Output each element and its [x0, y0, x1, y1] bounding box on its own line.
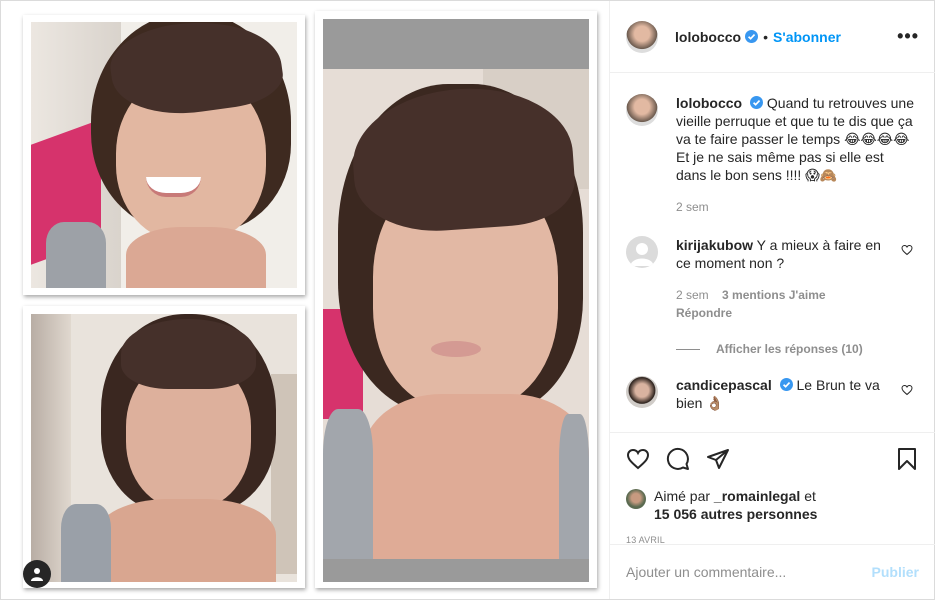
neck [126, 227, 266, 288]
post-header: lolobocco • S'abonner ••• [610, 1, 935, 73]
instagram-post: lolobocco • S'abonner ••• lolobocco Quan… [0, 0, 935, 600]
comment-item: kirijakubow Y a mieux à faire en ce mome… [626, 236, 919, 322]
liked-by-connector: et [804, 488, 816, 504]
photo-top-left-frame [23, 15, 305, 295]
heart-icon[interactable] [901, 384, 913, 396]
post-actions: Aimé par _romainlegal et 15 056 autres p… [610, 432, 935, 545]
photo-bottom-left [31, 314, 297, 582]
photo-right [323, 19, 589, 582]
neck [363, 394, 589, 559]
action-icons [626, 443, 919, 475]
view-replies-label: Afficher les réponses (10) [716, 342, 863, 356]
photo-top-left [31, 22, 297, 288]
comment-avatar[interactable] [626, 376, 658, 408]
post-side-panel: lolobocco • S'abonner ••• lolobocco Quan… [610, 1, 935, 599]
user-tag-icon [31, 568, 43, 581]
comments-list[interactable]: lolobocco Quand tu retrouves une vieille… [610, 74, 935, 432]
comment-time[interactable]: 2 sem [676, 288, 709, 302]
verified-badge-icon [750, 96, 764, 109]
photo-right-frame [315, 11, 597, 588]
user-tag-button[interactable] [23, 560, 51, 588]
default-avatar-icon [630, 243, 654, 266]
add-comment-bar: Publier [610, 544, 935, 599]
comment-username[interactable]: kirijakubow [676, 237, 753, 253]
comment-username[interactable]: candicepascal [676, 377, 772, 393]
header-separator: • [763, 28, 769, 45]
bookmark-icon[interactable] [895, 447, 919, 471]
comment-likes[interactable]: 3 mentions J'aime [722, 288, 826, 302]
comment-icon[interactable] [666, 447, 690, 471]
reply-button[interactable]: Répondre [676, 304, 891, 322]
post-media[interactable] [1, 1, 610, 599]
comment-meta: 2 sem 3 mentions J'aime [676, 286, 891, 304]
liked-by: Aimé par _romainlegal et 15 056 autres p… [626, 487, 919, 523]
top-strap-right [559, 414, 589, 559]
liker-avatar[interactable] [626, 489, 646, 509]
photo-right-image [323, 69, 589, 559]
comment-avatar[interactable] [626, 236, 658, 268]
comment-item: candicepascal Le Brun te va bien 👌🏽 [626, 376, 919, 412]
follow-button[interactable]: S'abonner [773, 29, 841, 45]
caption-username[interactable]: lolobocco [676, 95, 742, 111]
verified-badge-icon [745, 30, 759, 43]
top-strap [46, 222, 106, 288]
liked-by-prefix: Aimé par [654, 488, 711, 504]
more-options-icon[interactable]: ••• [897, 26, 919, 47]
share-icon[interactable] [706, 447, 730, 471]
publish-button[interactable]: Publier [872, 564, 919, 580]
top-strap [323, 409, 373, 559]
neck [96, 499, 276, 582]
author-avatar[interactable] [626, 20, 658, 53]
lips [431, 341, 481, 357]
verified-badge-icon [779, 378, 793, 391]
heart-icon[interactable] [626, 447, 650, 471]
caption-avatar[interactable] [626, 94, 658, 126]
author-username[interactable]: lolobocco [675, 29, 741, 45]
view-replies-line [676, 348, 700, 350]
top-strap [61, 504, 111, 582]
view-replies-button[interactable]: Afficher les réponses (10) [676, 342, 919, 356]
heart-icon[interactable] [901, 244, 913, 256]
caption-time[interactable]: 2 sem [676, 198, 916, 216]
liker-username[interactable]: _romainlegal [714, 488, 800, 504]
bangs [121, 319, 256, 389]
liked-by-text: Aimé par _romainlegal et 15 056 autres p… [654, 487, 817, 523]
photo-bottom-left-frame [23, 306, 305, 588]
liked-by-others[interactable]: 15 056 autres personnes [654, 506, 817, 522]
caption: lolobocco Quand tu retrouves une vieille… [626, 94, 919, 216]
comment-input[interactable] [626, 564, 872, 580]
